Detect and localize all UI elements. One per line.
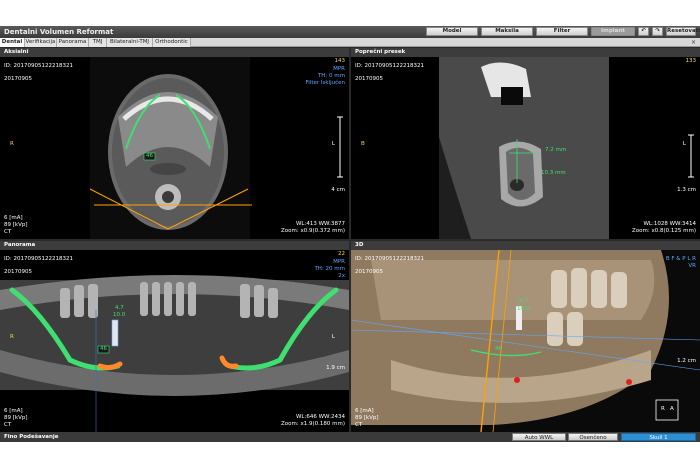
tube-current: 6 [mA] [355, 408, 374, 414]
panorama-viewport[interactable]: 4.7 10.0 46 ID: 20170905122218321 201709… [0, 250, 349, 432]
render-mode: VR [688, 263, 696, 269]
fine-tuning-label: Fino Podešavanje [4, 434, 59, 440]
volume-canal-label: 46 [495, 346, 502, 352]
title-bar: Dentalni Volumen Reformat Model Maksila … [0, 26, 700, 38]
scale-label: 1.9 cm [326, 365, 345, 371]
cross-section-panel[interactable]: Poprečni presek 7.2 mm 10.3 mm ID: 20170… [351, 48, 700, 239]
redo-icon[interactable]: ↷ [652, 27, 663, 36]
implant-button[interactable]: Implant [591, 27, 635, 36]
orientation-left: L [331, 334, 335, 340]
volume-render-image [351, 250, 700, 432]
toolbar: Model Maksila Filter Implant ↶ ↷ Resetov… [426, 27, 700, 36]
dental-reformat-window: Dentalni Volumen Reformat Model Maksila … [0, 26, 700, 442]
panorama-panel[interactable]: Panorama 4.7 10.0 46 ID: 201709051222183… [0, 241, 349, 432]
study-date: 20170905 [4, 269, 32, 275]
zoom-level: Zoom: x1.9(0.180 mm) [281, 421, 345, 427]
window-level: WL:646 WW:2434 [295, 414, 345, 420]
reset-button[interactable]: Resetovati [666, 27, 700, 36]
slice-thickness: TH: 20 mm [314, 266, 345, 272]
implant-length: 10.0 [517, 306, 530, 312]
implant-diameter: 4.7 [519, 298, 528, 304]
modality: CT [355, 422, 363, 428]
bottom-toolbar: Fino Podešavanje Auto WWL Osenčeno Skull… [0, 432, 700, 442]
close-icon[interactable]: × [689, 39, 698, 46]
slice-number: 22 [338, 251, 345, 257]
maksila-button[interactable]: Maksila [481, 27, 533, 36]
orientation-labels: B F & P L R [665, 256, 696, 262]
cube-face-r[interactable]: R [661, 406, 665, 413]
zoom-factor: 2x [338, 273, 345, 279]
render-mode: MPR [333, 259, 345, 265]
cross-section-viewport[interactable]: 7.2 mm 10.3 mm ID: 20170905122218321 201… [351, 57, 700, 239]
panorama-canal-label: 46 [100, 346, 107, 352]
tab-verifikacija[interactable]: Verifikacija [25, 38, 57, 47]
panel-title: Panorama [0, 241, 349, 250]
patient-id: ID: 20170905122218321 [4, 256, 73, 262]
model-button[interactable]: Model [426, 27, 478, 36]
tube-voltage: 89 [kVp] [355, 415, 379, 421]
view-tabs: Dental Verifikacija Panorama TMJ Bilater… [0, 38, 700, 47]
tab-dental[interactable]: Dental [0, 38, 25, 47]
panel-title: 3D [351, 241, 700, 250]
window-title: Dentalni Volumen Reformat [4, 28, 114, 36]
volume-3d-panel[interactable]: 3D 4.7 10.0 46 ID: 20170905122218321 201… [351, 241, 700, 432]
implant-diameter: 4.7 [115, 305, 124, 311]
modality: CT [4, 422, 12, 428]
tab-panorama[interactable]: Panorama [57, 38, 89, 47]
undo-icon[interactable]: ↶ [638, 27, 649, 36]
panoramic-image [0, 275, 349, 432]
tab-bilateralni-tmj[interactable]: Bilateralni-TMJ [107, 38, 153, 47]
orientation-right: R [10, 334, 14, 340]
scale-label: 1.2 cm [677, 358, 696, 364]
filter-button[interactable]: Filter [536, 27, 588, 36]
tube-current: 6 [mA] [4, 408, 23, 414]
axial-viewport[interactable]: 46 ID: 20170905122218321 20170905 143 MP… [0, 57, 349, 239]
cross-scale-bar [688, 134, 694, 178]
tab-tmj[interactable]: TMJ [89, 38, 107, 47]
cube-face-a[interactable]: A [670, 406, 674, 413]
implant-length: 10.0 [113, 312, 126, 318]
tube-voltage: 89 [kVp] [4, 415, 28, 421]
panel-title: Poprečni presek [351, 48, 700, 57]
panel-title: Aksialni [0, 48, 349, 57]
auto-wwl-button[interactable]: Auto WWL [512, 433, 566, 441]
volume-3d-viewport[interactable]: 4.7 10.0 46 ID: 20170905122218321 201709… [351, 250, 700, 432]
skull-preset-button[interactable]: Skull 1 [621, 433, 696, 441]
axial-scale-bar [337, 116, 343, 178]
study-date: 20170905 [355, 269, 383, 275]
axial-panel[interactable]: Aksialni 46 ID: 20170905122218321 201709… [0, 48, 349, 239]
patient-id: ID: 20170905122218321 [355, 256, 424, 262]
shaded-button[interactable]: Osenčeno [568, 433, 618, 441]
tab-orthodontic[interactable]: Orthodontic [153, 38, 191, 47]
